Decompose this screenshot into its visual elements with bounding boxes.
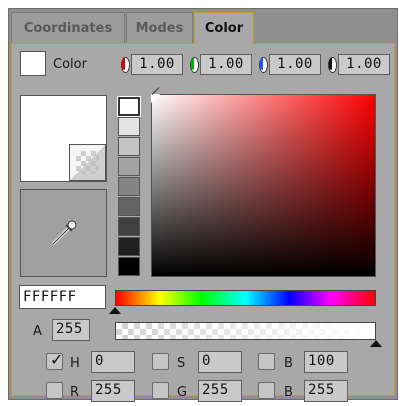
gray-swatch[interactable] <box>118 237 140 256</box>
s-label: S <box>177 356 186 371</box>
blue-label: B <box>284 385 293 400</box>
green-channel-icon <box>189 56 199 73</box>
brightness-checkbox[interactable] <box>258 353 275 370</box>
gray-swatch[interactable] <box>118 157 140 176</box>
brightness-label: B <box>284 356 293 371</box>
h-label: H <box>70 356 80 371</box>
grayscale-ramp <box>116 94 143 278</box>
alpha-label: A <box>33 324 42 339</box>
g-label: G <box>177 385 188 400</box>
blue-checkbox[interactable] <box>258 382 275 399</box>
g-input[interactable]: 255 <box>198 380 242 402</box>
blue-input[interactable]: 255 <box>304 380 348 402</box>
alpha-slider[interactable] <box>115 322 376 340</box>
checkmark-icon: ✓ <box>50 350 64 369</box>
s-input[interactable]: 0 <box>198 351 242 373</box>
tab-modes[interactable]: Modes <box>126 12 193 43</box>
gray-swatch[interactable] <box>118 217 140 236</box>
alpha-value-field[interactable]: 1.00 <box>338 53 390 75</box>
eyedropper-button[interactable] <box>20 189 107 277</box>
hue-slider[interactable] <box>115 290 376 306</box>
r-input[interactable]: 255 <box>91 380 135 402</box>
s-checkbox[interactable] <box>152 353 169 370</box>
gray-swatch[interactable] <box>118 257 140 276</box>
h-checkbox[interactable]: ✓ <box>46 350 64 370</box>
color-preview-swatch <box>20 95 107 182</box>
saturation-brightness-picker[interactable] <box>151 94 376 277</box>
eyedropper-icon <box>51 220 76 246</box>
red-channel-icon <box>120 56 130 73</box>
blue-value-field[interactable]: 1.00 <box>269 53 321 75</box>
color-panel-frame: Coordinates Modes Color Color 1.00 1.00 … <box>8 8 398 402</box>
blue-channel: 1.00 <box>258 53 321 75</box>
alpha-channel-icon <box>327 56 337 73</box>
brightness-input[interactable]: 100 <box>304 351 348 373</box>
color-tab-panel: Color 1.00 1.00 1.00 1.00 FFFFFF A 255 ✓… <box>11 43 395 402</box>
gray-swatch[interactable] <box>118 117 140 136</box>
current-color-swatch[interactable] <box>20 51 46 76</box>
h-input[interactable]: 0 <box>91 351 135 373</box>
red-channel: 1.00 <box>120 53 183 75</box>
green-value-field[interactable]: 1.00 <box>200 53 252 75</box>
gray-swatch[interactable] <box>118 197 140 216</box>
r-label: R <box>70 385 80 400</box>
gray-swatch[interactable] <box>117 96 141 117</box>
sv-cursor[interactable] <box>151 94 160 103</box>
alpha-slider-thumb[interactable] <box>370 340 382 347</box>
r-checkbox[interactable] <box>46 382 63 399</box>
g-checkbox[interactable] <box>152 382 169 399</box>
gray-swatch[interactable] <box>118 177 140 196</box>
hex-input[interactable]: FFFFFF <box>19 285 106 309</box>
tab-color[interactable]: Color <box>194 12 254 44</box>
previous-color-preview[interactable] <box>69 144 106 181</box>
color-label: Color <box>53 57 87 72</box>
tab-coordinates[interactable]: Coordinates <box>11 12 125 43</box>
hue-slider-thumb[interactable] <box>109 307 121 314</box>
alpha-input[interactable]: 255 <box>52 319 90 341</box>
blue-channel-icon <box>258 56 268 73</box>
red-value-field[interactable]: 1.00 <box>131 53 183 75</box>
green-channel: 1.00 <box>189 53 252 75</box>
gray-swatch[interactable] <box>118 137 140 156</box>
alpha-channel: 1.00 <box>327 53 390 75</box>
